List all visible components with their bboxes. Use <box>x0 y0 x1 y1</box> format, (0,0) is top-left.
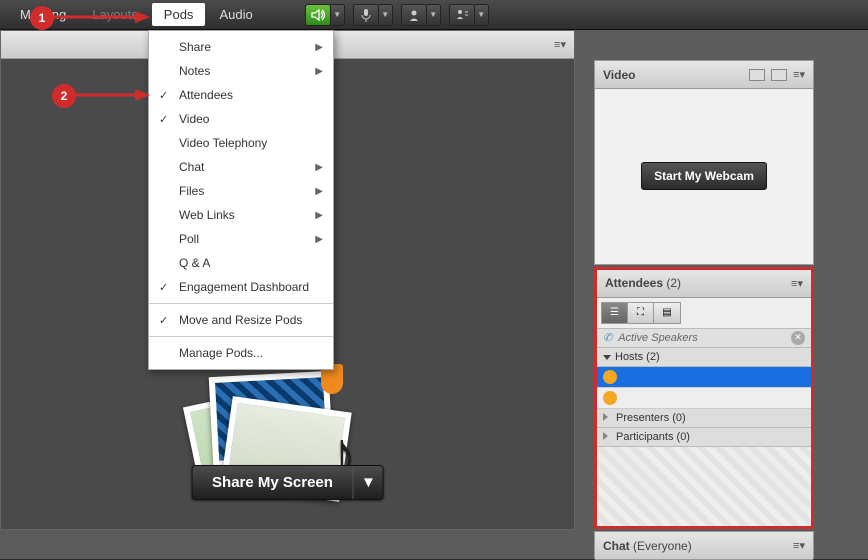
menu-separator <box>149 303 333 304</box>
workspace: ≡▾ ♪ Share My Screen ▼ Video ≡▾ <box>0 30 868 559</box>
submenu-arrow-icon: ▶ <box>315 234 323 245</box>
fullscreen-icon[interactable] <box>771 69 787 81</box>
group-presenters[interactable]: Presenters (0) <box>597 409 811 428</box>
menu-item-notes[interactable]: Notes▶ <box>149 59 333 83</box>
active-speakers-row: ✆ Active Speakers ✕ <box>597 328 811 348</box>
video-pod: Video ≡▾ Start My Webcam <box>594 60 814 265</box>
attendee-row[interactable] <box>597 367 811 388</box>
host-icon <box>603 391 617 405</box>
pod-options-icon[interactable]: ≡▾ <box>793 539 805 552</box>
list-view-icon[interactable]: ☰ <box>602 303 628 323</box>
menu-item-engagement-dashboard[interactable]: ✓Engagement Dashboard <box>149 275 333 299</box>
share-screen-dropdown[interactable]: ▼ <box>353 466 383 499</box>
group-participants[interactable]: Participants (0) <box>597 428 811 447</box>
menu-item-manage-pods[interactable]: Manage Pods... <box>149 341 333 365</box>
submenu-arrow-icon: ▶ <box>315 210 323 221</box>
attendees-pod-title: Attendees (2) <box>605 276 681 290</box>
menu-item-chat[interactable]: Chat▶ <box>149 155 333 179</box>
video-pod-title: Video <box>603 68 635 82</box>
mic-dropdown[interactable]: ▼ <box>379 4 393 26</box>
menu-item-video-telephony[interactable]: Video Telephony <box>149 131 333 155</box>
menu-separator <box>149 336 333 337</box>
start-webcam-button[interactable]: Start My Webcam <box>641 162 767 190</box>
annotation-arrow-2 <box>72 86 150 104</box>
attendee-view-switch[interactable]: ☰ ⛶ ▤ <box>601 302 681 324</box>
menu-item-files[interactable]: Files▶ <box>149 179 333 203</box>
webcam-icon[interactable] <box>401 4 427 26</box>
menu-item-poll[interactable]: Poll▶ <box>149 227 333 251</box>
annotation-badge-1: 1 <box>30 6 54 30</box>
menu-item-attendees[interactable]: ✓Attendees <box>149 83 333 107</box>
attendees-pod: Attendees (2) ≡▾ ☰ ⛶ ▤ ✆ Active Speakers… <box>594 267 814 530</box>
speaker-icon[interactable] <box>305 4 331 26</box>
close-icon[interactable]: ✕ <box>791 331 805 345</box>
check-icon: ✓ <box>159 314 168 327</box>
webcam-dropdown[interactable]: ▼ <box>427 4 441 26</box>
group-hosts[interactable]: Hosts (2) <box>597 348 811 367</box>
chat-pod-title: Chat (Everyone) <box>603 539 692 553</box>
annotation-badge-2: 2 <box>52 84 76 108</box>
submenu-arrow-icon: ▶ <box>315 186 323 197</box>
pod-options-icon[interactable]: ≡▾ <box>793 68 805 81</box>
right-column: Video ≡▾ Start My Webcam Attendees (2) ≡… <box>594 60 814 559</box>
check-icon: ✓ <box>159 113 168 126</box>
status-view-icon[interactable]: ▤ <box>654 303 680 323</box>
menu-item-video[interactable]: ✓Video <box>149 107 333 131</box>
host-icon <box>603 370 617 384</box>
mic-icon[interactable] <box>353 4 379 26</box>
submenu-arrow-icon: ▶ <box>315 162 323 173</box>
grid-view-icon[interactable] <box>749 69 765 81</box>
menu-item-web-links[interactable]: Web Links▶ <box>149 203 333 227</box>
breakout-view-icon[interactable]: ⛶ <box>628 303 654 323</box>
menu-item-move-and-resize-pods[interactable]: ✓Move and Resize Pods <box>149 308 333 332</box>
pod-options-icon[interactable]: ≡▾ <box>791 277 803 290</box>
pod-options-icon[interactable]: ≡▾ <box>554 38 566 51</box>
submenu-arrow-icon: ▶ <box>315 66 323 77</box>
pods-dropdown: Share▶Notes▶✓Attendees✓VideoVideo Teleph… <box>148 30 334 370</box>
status-icon[interactable] <box>449 4 475 26</box>
attendees-empty-area <box>597 447 811 527</box>
menu-item-share[interactable]: Share▶ <box>149 35 333 59</box>
menu-pods[interactable]: Pods <box>152 3 206 26</box>
chat-pod: Chat (Everyone) ≡▾ <box>594 531 814 559</box>
annotation-arrow-1 <box>50 8 150 26</box>
status-dropdown[interactable]: ▼ <box>475 4 489 26</box>
check-icon: ✓ <box>159 89 168 102</box>
phone-icon: ✆ <box>603 331 612 344</box>
check-icon: ✓ <box>159 281 168 294</box>
attendee-row[interactable] <box>597 388 811 409</box>
menu-audio[interactable]: Audio <box>207 3 264 26</box>
menu-item-q-a[interactable]: Q & A <box>149 251 333 275</box>
speaker-dropdown[interactable]: ▼ <box>331 4 345 26</box>
submenu-arrow-icon: ▶ <box>315 42 323 53</box>
share-screen-button[interactable]: Share My Screen ▼ <box>191 465 384 500</box>
